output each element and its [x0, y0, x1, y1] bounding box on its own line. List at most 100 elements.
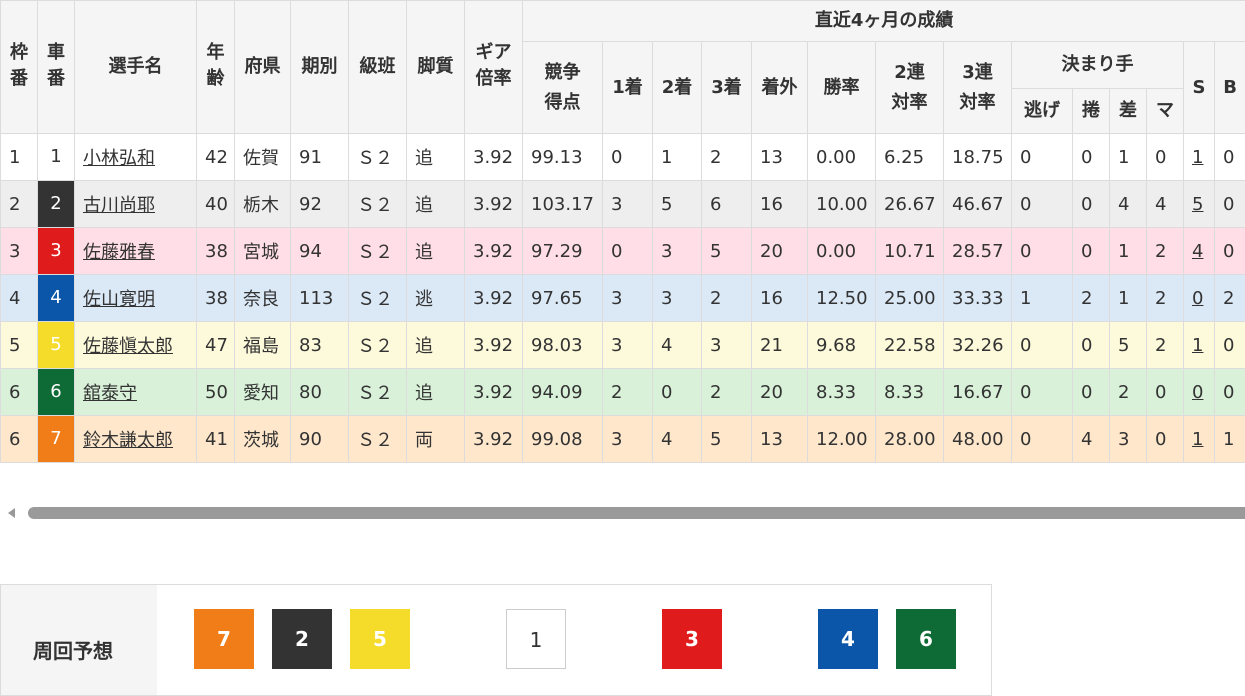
third-cell: 3 — [702, 322, 752, 369]
race-entry-table: 枠番 車番 選手名 年齢 府県 期別 級班 脚質 ギア倍率 直近4ヶ月の成績 競… — [0, 0, 1245, 463]
b-cell: 2 — [1215, 275, 1245, 322]
age-cell: 40 — [197, 181, 235, 228]
win-rate-cell: 9.68 — [808, 322, 876, 369]
first-cell: 2 — [603, 369, 653, 416]
rate3-cell: 28.57 — [944, 228, 1012, 275]
out-cell: 21 — [752, 322, 808, 369]
third-cell: 2 — [702, 275, 752, 322]
rate2-cell: 10.71 — [876, 228, 944, 275]
win-rate-cell: 0.00 — [808, 228, 876, 275]
s-count-link[interactable]: 4 — [1184, 228, 1215, 275]
out-cell: 20 — [752, 228, 808, 275]
second-cell: 3 — [653, 228, 702, 275]
term-cell: 94 — [291, 228, 349, 275]
term-cell: 92 — [291, 181, 349, 228]
s-count-link[interactable]: 1 — [1184, 322, 1215, 369]
first-cell: 0 — [603, 134, 653, 181]
waku-cell: 5 — [1, 322, 38, 369]
style-cell: 追 — [407, 228, 465, 275]
style-cell: 追 — [407, 134, 465, 181]
racer-name-link[interactable]: 小林弘和 — [75, 134, 197, 181]
rate3-cell: 18.75 — [944, 134, 1012, 181]
waku-cell: 2 — [1, 181, 38, 228]
class-cell: Ｓ２ — [349, 181, 407, 228]
makuri-cell: 4 — [1073, 416, 1110, 463]
win-rate-cell: 8.33 — [808, 369, 876, 416]
ma-cell: 0 — [1147, 416, 1184, 463]
sashi-cell: 5 — [1110, 322, 1147, 369]
waku-cell: 3 — [1, 228, 38, 275]
horizontal-scrollbar[interactable] — [0, 504, 1245, 522]
header-second: 2着 — [653, 42, 702, 134]
racer-name-link[interactable]: 古川尚耶 — [75, 181, 197, 228]
s-count-link[interactable]: 1 — [1184, 416, 1215, 463]
ma-cell: 0 — [1147, 369, 1184, 416]
forecast-chip-car-6: 6 — [896, 609, 956, 669]
style-cell: 両 — [407, 416, 465, 463]
second-cell: 4 — [653, 416, 702, 463]
header-makuri: 捲 — [1073, 89, 1110, 134]
nige-cell: 1 — [1012, 275, 1073, 322]
header-style: 脚質 — [407, 1, 465, 134]
third-cell: 5 — [702, 416, 752, 463]
scroll-thumb[interactable] — [28, 507, 1245, 519]
rate3-cell: 48.00 — [944, 416, 1012, 463]
header-first: 1着 — [603, 42, 653, 134]
sashi-cell: 4 — [1110, 181, 1147, 228]
b-cell: 0 — [1215, 181, 1245, 228]
s-count-link[interactable]: 0 — [1184, 275, 1215, 322]
header-class: 級班 — [349, 1, 407, 134]
table-row: 3 3 佐藤雅春 38 宮城 94 Ｓ２ 追 3.92 97.29 0 3 5 … — [1, 228, 1245, 275]
header-nige: 逃げ — [1012, 89, 1073, 134]
pref-cell: 奈良 — [235, 275, 291, 322]
gear-cell: 3.92 — [465, 228, 523, 275]
pref-cell: 宮城 — [235, 228, 291, 275]
makuri-cell: 0 — [1073, 134, 1110, 181]
second-cell: 3 — [653, 275, 702, 322]
class-cell: Ｓ２ — [349, 134, 407, 181]
forecast-chip-car-7: 7 — [194, 609, 254, 669]
age-cell: 38 — [197, 275, 235, 322]
racer-name-link[interactable]: 鈴木謙太郎 — [75, 416, 197, 463]
header-rate2: 2連対率 — [876, 42, 944, 134]
sashi-cell: 1 — [1110, 134, 1147, 181]
win-rate-cell: 12.50 — [808, 275, 876, 322]
pref-cell: 佐賀 — [235, 134, 291, 181]
car-number-badge: 4 — [38, 275, 75, 322]
racer-name-link[interactable]: 佐藤雅春 — [75, 228, 197, 275]
header-car: 車番 — [38, 1, 75, 134]
lap-forecast-panel: 周回予想 7 2 5 1 3 4 6 — [0, 584, 992, 696]
class-cell: Ｓ２ — [349, 228, 407, 275]
s-count-link[interactable]: 0 — [1184, 369, 1215, 416]
table-row: 4 4 佐山寛明 38 奈良 113 Ｓ２ 逃 3.92 97.65 3 3 2… — [1, 275, 1245, 322]
waku-cell: 4 — [1, 275, 38, 322]
b-cell: 0 — [1215, 134, 1245, 181]
scroll-left-arrow-icon[interactable] — [8, 508, 15, 518]
term-cell: 90 — [291, 416, 349, 463]
third-cell: 6 — [702, 181, 752, 228]
s-count-link[interactable]: 5 — [1184, 181, 1215, 228]
third-cell: 2 — [702, 134, 752, 181]
points-cell: 97.29 — [523, 228, 603, 275]
header-b: B — [1215, 42, 1245, 134]
win-rate-cell: 10.00 — [808, 181, 876, 228]
gear-cell: 3.92 — [465, 181, 523, 228]
racer-name-link[interactable]: 舘泰守 — [75, 369, 197, 416]
points-cell: 99.08 — [523, 416, 603, 463]
makuri-cell: 0 — [1073, 369, 1110, 416]
ma-cell: 0 — [1147, 134, 1184, 181]
rate3-cell: 46.67 — [944, 181, 1012, 228]
header-waku: 枠番 — [1, 1, 38, 134]
racer-name-link[interactable]: 佐藤愼太郎 — [75, 322, 197, 369]
style-cell: 追 — [407, 181, 465, 228]
first-cell: 0 — [603, 228, 653, 275]
car-number-badge: 5 — [38, 322, 75, 369]
header-third: 3着 — [702, 42, 752, 134]
racer-name-link[interactable]: 佐山寛明 — [75, 275, 197, 322]
ma-cell: 2 — [1147, 228, 1184, 275]
rate2-cell: 8.33 — [876, 369, 944, 416]
s-count-link[interactable]: 1 — [1184, 134, 1215, 181]
nige-cell: 0 — [1012, 228, 1073, 275]
out-cell: 13 — [752, 416, 808, 463]
second-cell: 1 — [653, 134, 702, 181]
